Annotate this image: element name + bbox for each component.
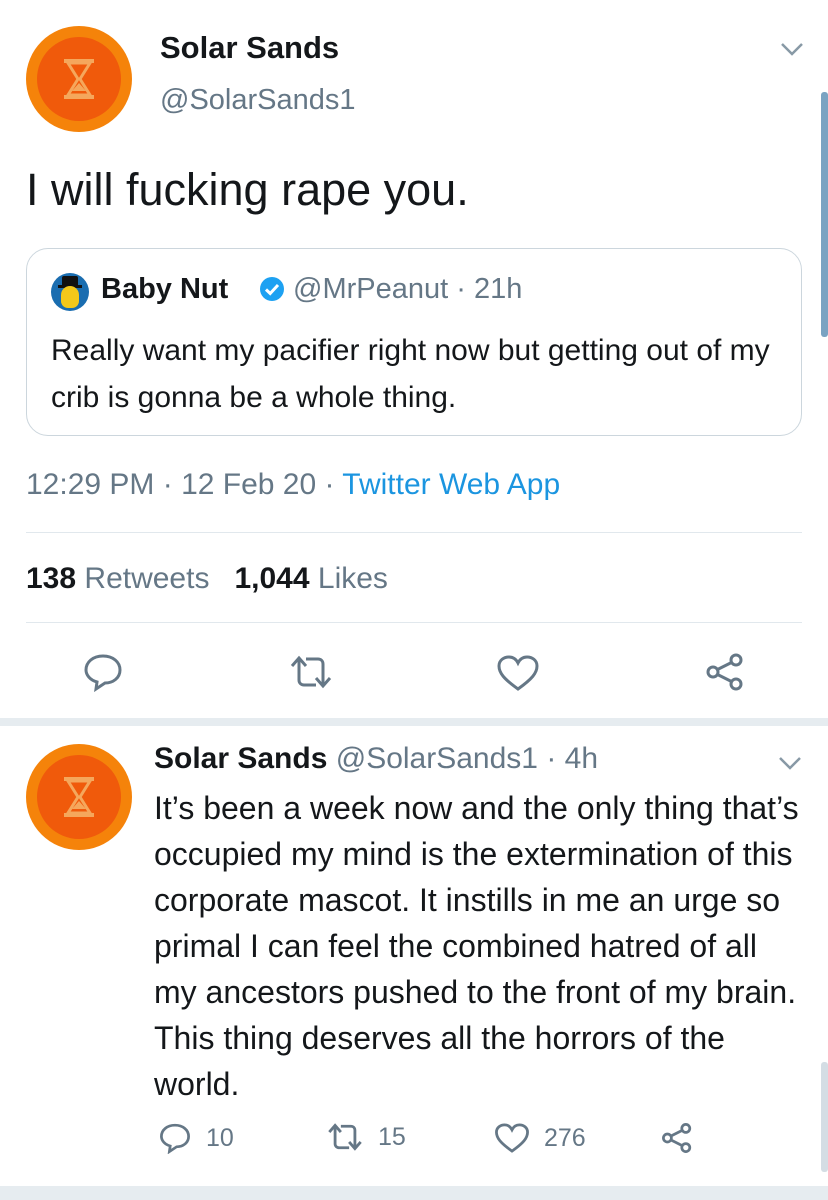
like-icon xyxy=(495,1123,529,1153)
likes-stat[interactable]: 1,044 Likes xyxy=(234,562,387,595)
reply-icon xyxy=(160,1123,190,1154)
section-separator xyxy=(0,718,828,726)
tweet-stats: 138 Retweets 1,044 Likes xyxy=(26,562,388,596)
retweets-stat[interactable]: 138 Retweets xyxy=(26,562,209,595)
like-label: Likes xyxy=(309,562,388,595)
chevron-down-icon[interactable] xyxy=(778,756,802,770)
quoted-avatar xyxy=(51,273,89,311)
reply-reply-button[interactable]: 10 xyxy=(158,1122,234,1154)
reply-share-button[interactable] xyxy=(660,1122,708,1154)
reply-retweet-count: 15 xyxy=(378,1122,406,1151)
tweet-timestamp: 12:29 PM · 12 Feb 20 · Twitter Web App xyxy=(26,468,560,502)
retweet-icon[interactable] xyxy=(288,654,334,690)
tweet-source[interactable]: Twitter Web App xyxy=(342,468,560,501)
reply-like-count: 276 xyxy=(544,1123,586,1152)
divider xyxy=(26,532,802,533)
hourglass-icon xyxy=(64,59,94,99)
reply-author-avatar[interactable] xyxy=(26,744,132,850)
hourglass-icon xyxy=(64,777,94,817)
author-avatar[interactable] xyxy=(26,26,132,132)
reply-meta[interactable]: @SolarSands1 · 4h xyxy=(327,742,598,775)
share-icon xyxy=(662,1123,692,1153)
chevron-down-icon[interactable] xyxy=(780,42,804,56)
quoted-tweet[interactable]: Baby Nut @MrPeanut · 21h Really want my … xyxy=(26,248,802,436)
reply-count: 10 xyxy=(206,1123,234,1152)
retweet-count: 138 xyxy=(26,562,77,595)
bottom-separator xyxy=(0,1186,828,1200)
verified-badge-icon xyxy=(260,277,284,301)
retweet-icon xyxy=(328,1123,362,1151)
reply-icon[interactable] xyxy=(82,652,124,692)
reply-like-button[interactable]: 276 xyxy=(494,1122,586,1154)
like-count: 1,044 xyxy=(234,562,310,595)
reply-header: Solar Sands @SolarSands1 · 4h xyxy=(154,742,598,776)
reply-author-name[interactable]: Solar Sands xyxy=(154,742,327,775)
reply-retweet-button[interactable]: 15 xyxy=(326,1122,406,1152)
scrollbar[interactable] xyxy=(821,92,828,337)
quoted-text: Really want my pacifier right now but ge… xyxy=(51,334,770,414)
author-name[interactable]: Solar Sands xyxy=(160,30,339,66)
quoted-meta: @MrPeanut · 21h xyxy=(293,273,523,305)
scrollbar[interactable] xyxy=(821,1062,828,1172)
quoted-author-name: Baby Nut xyxy=(101,273,229,305)
divider xyxy=(26,622,802,623)
author-handle[interactable]: @SolarSands1 xyxy=(160,84,356,117)
tweet-time[interactable]: 12:29 PM · 12 Feb 20 · xyxy=(26,468,342,501)
reply-text: It’s been a week now and the only thing … xyxy=(154,790,799,1102)
retweet-label: Retweets xyxy=(76,562,210,595)
tweet-text: I will fucking rape you. xyxy=(26,164,469,215)
share-icon[interactable] xyxy=(704,652,746,692)
like-icon[interactable] xyxy=(496,654,540,692)
